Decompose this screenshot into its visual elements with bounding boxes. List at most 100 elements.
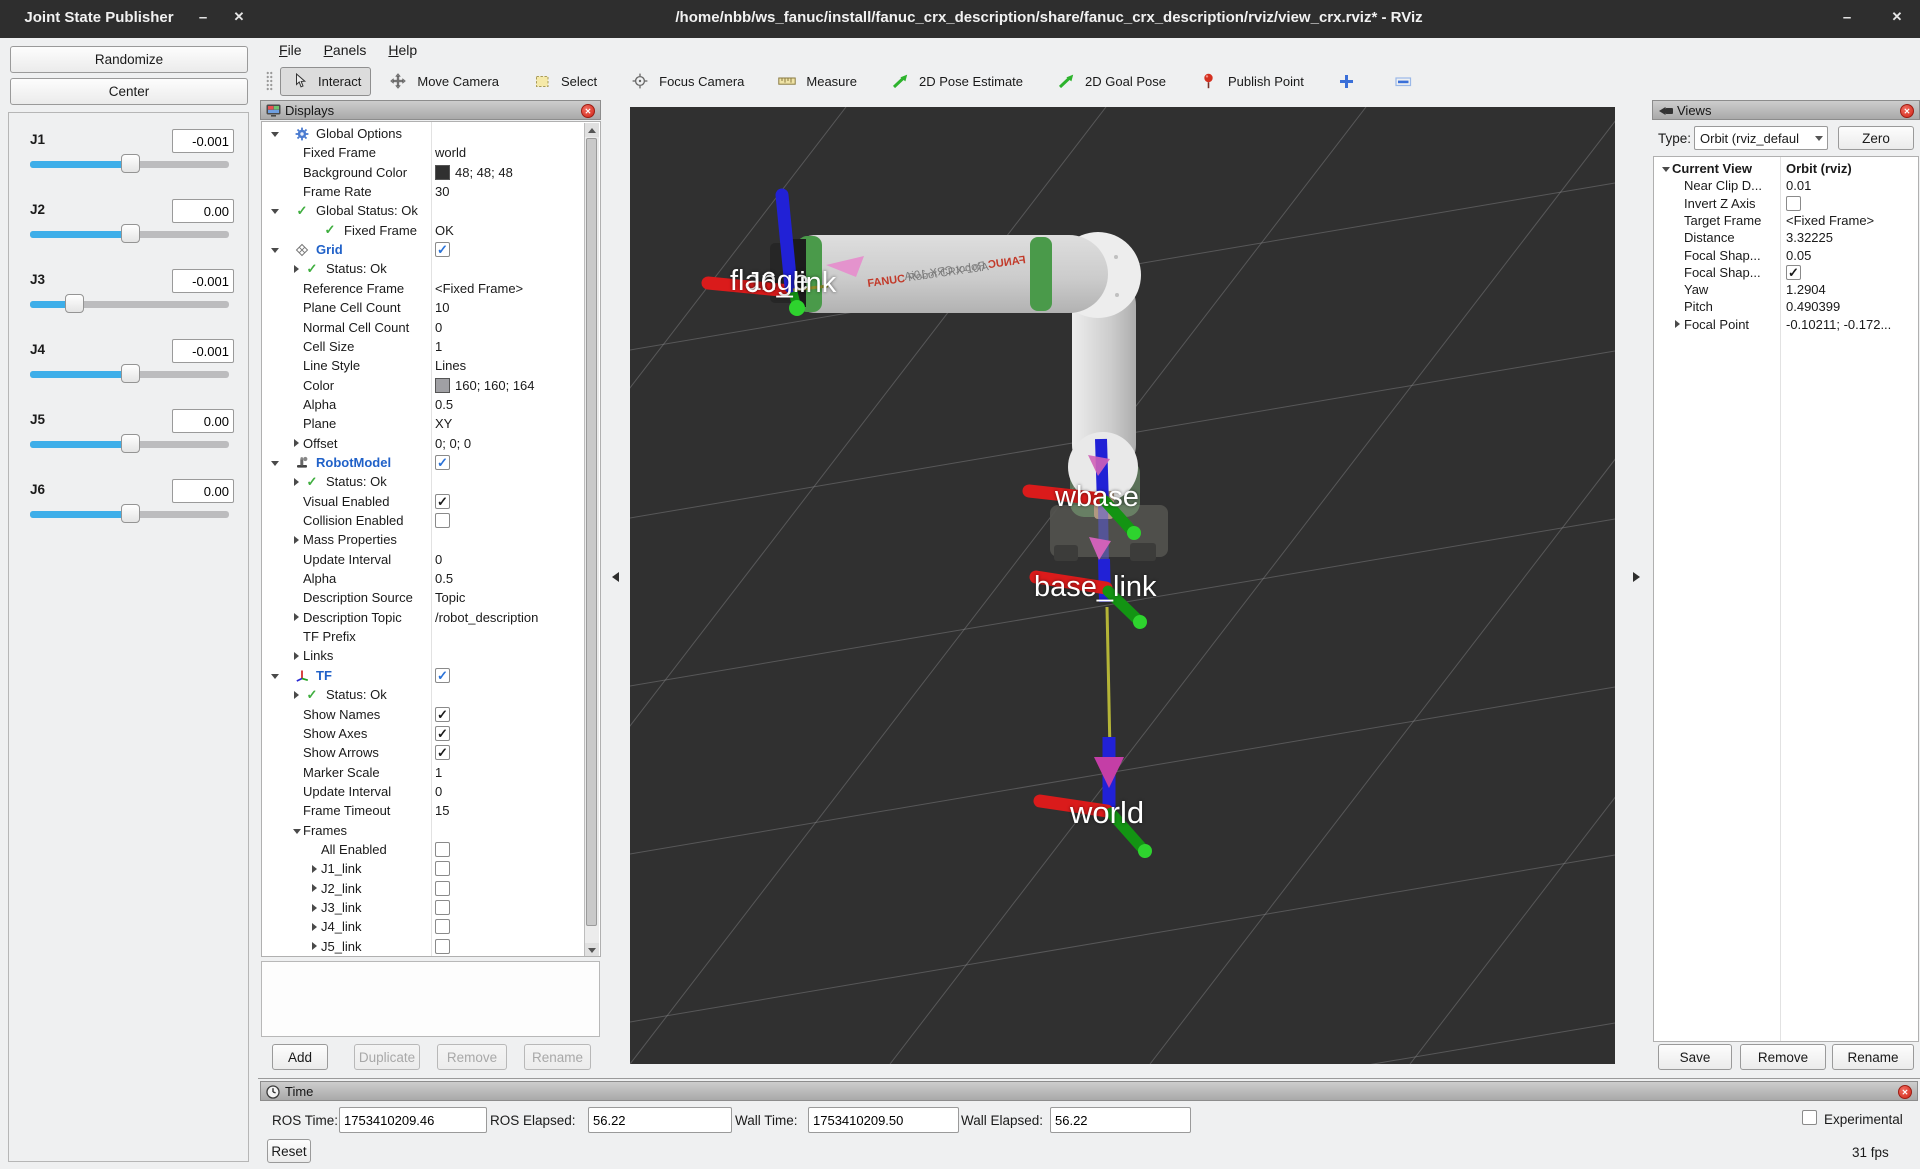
display-row[interactable]: Fixed Frameworld [262, 143, 585, 162]
views-row[interactable]: Near Clip D...0.01 [1654, 177, 1918, 194]
display-row[interactable]: TF Prefix [262, 627, 585, 646]
collapse-views-arrow-icon[interactable] [1633, 572, 1640, 582]
checkbox[interactable]: ✓ [435, 726, 450, 741]
checkbox[interactable]: ✓ [1786, 265, 1801, 280]
expand-arrow-icon[interactable] [308, 923, 321, 931]
views-row[interactable]: Yaw1.2904 [1654, 281, 1918, 298]
3d-viewport[interactable]: FANUC Robot CRX-10iA FANUC Robot CRX-10i… [630, 107, 1615, 1064]
expand-arrow-icon[interactable] [290, 652, 303, 660]
checkbox[interactable]: ✓ [435, 455, 450, 470]
slider-handle[interactable] [121, 364, 140, 383]
views-row[interactable]: Distance3.32225 [1654, 229, 1918, 246]
expand-arrow-icon[interactable] [308, 904, 321, 912]
slider-handle[interactable] [65, 294, 84, 313]
menu-panels[interactable]: Panels [313, 38, 378, 62]
joint-slider[interactable] [30, 511, 229, 518]
display-row[interactable]: Line StyleLines [262, 356, 585, 375]
joint-value-field[interactable] [172, 199, 234, 223]
joint-slider[interactable] [30, 161, 229, 168]
checkbox[interactable]: ✓ [435, 494, 450, 509]
display-row[interactable]: Links [262, 646, 585, 665]
time-field-input[interactable] [588, 1107, 732, 1133]
menu-help[interactable]: Help [377, 38, 428, 62]
close-icon[interactable]: ✕ [1886, 9, 1908, 25]
display-row[interactable]: Description Topic/robot_description [262, 608, 585, 627]
displays-panel-header[interactable]: Displays ✕ [260, 100, 601, 120]
tool-measure-button[interactable]: Measure [768, 67, 867, 96]
display-row[interactable]: Frames [262, 821, 585, 840]
expand-arrow-icon[interactable] [290, 265, 303, 273]
joint-slider[interactable] [30, 441, 229, 448]
time-field-input[interactable] [1050, 1107, 1191, 1133]
checkbox[interactable]: ✓ [435, 242, 450, 257]
display-row[interactable]: Alpha0.5 [262, 569, 585, 588]
remove-button[interactable]: Remove [1740, 1044, 1826, 1070]
joint-slider[interactable] [30, 301, 229, 308]
display-row[interactable]: Color160; 160; 164 [262, 376, 585, 395]
display-row[interactable]: All Enabled [262, 840, 585, 859]
expand-arrow-icon[interactable] [268, 672, 281, 679]
slider-handle[interactable] [121, 504, 140, 523]
close-time-icon[interactable]: ✕ [1898, 1085, 1912, 1099]
expand-arrow-icon[interactable] [290, 691, 303, 699]
rviz-titlebar[interactable]: /home/nbb/ws_fanuc/install/fanuc_crx_des… [258, 0, 1920, 38]
checkbox[interactable] [435, 900, 450, 915]
checkbox[interactable] [435, 842, 450, 857]
tool-publish-point-button[interactable]: Publish Point [1190, 67, 1314, 96]
display-row[interactable]: Show Names✓ [262, 705, 585, 724]
display-row[interactable]: RobotModel✓ [262, 453, 585, 472]
collapse-displays-arrow-icon[interactable] [612, 572, 619, 582]
tool-interact-button[interactable]: Interact [280, 67, 371, 96]
checkbox[interactable] [435, 513, 450, 528]
expand-arrow-icon[interactable] [290, 439, 303, 447]
toolbar-drag-handle[interactable] [266, 71, 273, 91]
minimize-icon[interactable]: – [192, 9, 214, 26]
display-row[interactable]: Frame Timeout15 [262, 801, 585, 820]
expand-arrow-icon[interactable] [290, 536, 303, 544]
display-row[interactable]: Grid✓ [262, 240, 585, 259]
display-row[interactable]: TF✓ [262, 666, 585, 685]
display-row[interactable]: Cell Size1 [262, 337, 585, 356]
randomize-button[interactable]: Randomize [10, 46, 248, 73]
time-field-input[interactable] [339, 1107, 487, 1133]
display-row[interactable]: J1_link [262, 859, 585, 878]
expand-arrow-icon[interactable] [290, 478, 303, 486]
tool-add-tool-button[interactable] [1328, 67, 1371, 96]
display-row[interactable]: J6_link [262, 956, 585, 957]
displays-scrollbar[interactable] [584, 123, 599, 957]
view-type-combobox[interactable]: Orbit (rviz_defaul [1694, 126, 1828, 150]
checkbox[interactable] [435, 939, 450, 954]
display-row[interactable]: ✓Status: Ok [262, 685, 585, 704]
scroll-up-icon[interactable] [585, 123, 599, 137]
display-row[interactable]: Mass Properties [262, 530, 585, 549]
tool-select-button[interactable]: Select [523, 67, 607, 96]
display-row[interactable]: J3_link [262, 898, 585, 917]
display-row[interactable]: J2_link [262, 879, 585, 898]
views-row[interactable]: Invert Z Axis [1654, 195, 1918, 212]
zero-button[interactable]: Zero [1838, 126, 1914, 150]
joint-value-field[interactable] [172, 129, 234, 153]
slider-handle[interactable] [121, 154, 140, 173]
scroll-down-icon[interactable] [585, 943, 599, 957]
slider-handle[interactable] [121, 224, 140, 243]
display-row[interactable]: Background Color48; 48; 48 [262, 163, 585, 182]
tool-2d-goal-pose-button[interactable]: 2D Goal Pose [1047, 67, 1176, 96]
display-row[interactable]: Description SourceTopic [262, 588, 585, 607]
expand-arrow-icon[interactable] [1659, 165, 1672, 172]
display-row[interactable]: Alpha0.5 [262, 395, 585, 414]
display-row[interactable]: PlaneXY [262, 414, 585, 433]
menu-file[interactable]: File [268, 38, 313, 62]
slider-handle[interactable] [121, 434, 140, 453]
tool-remove-tool-button[interactable] [1385, 67, 1428, 96]
joint-value-field[interactable] [172, 409, 234, 433]
display-row[interactable]: ✓Global Status: Ok [262, 201, 585, 220]
display-row[interactable]: Collision Enabled [262, 511, 585, 530]
display-row[interactable]: ✓Fixed FrameOK [262, 221, 585, 240]
expand-arrow-icon[interactable] [268, 459, 281, 466]
display-row[interactable]: Visual Enabled✓ [262, 492, 585, 511]
expand-arrow-icon[interactable] [308, 865, 321, 873]
display-row[interactable]: Show Arrows✓ [262, 743, 585, 762]
expand-arrow-icon[interactable] [290, 827, 303, 834]
joint-slider[interactable] [30, 231, 229, 238]
views-panel-header[interactable]: Views ✕ [1652, 100, 1920, 120]
